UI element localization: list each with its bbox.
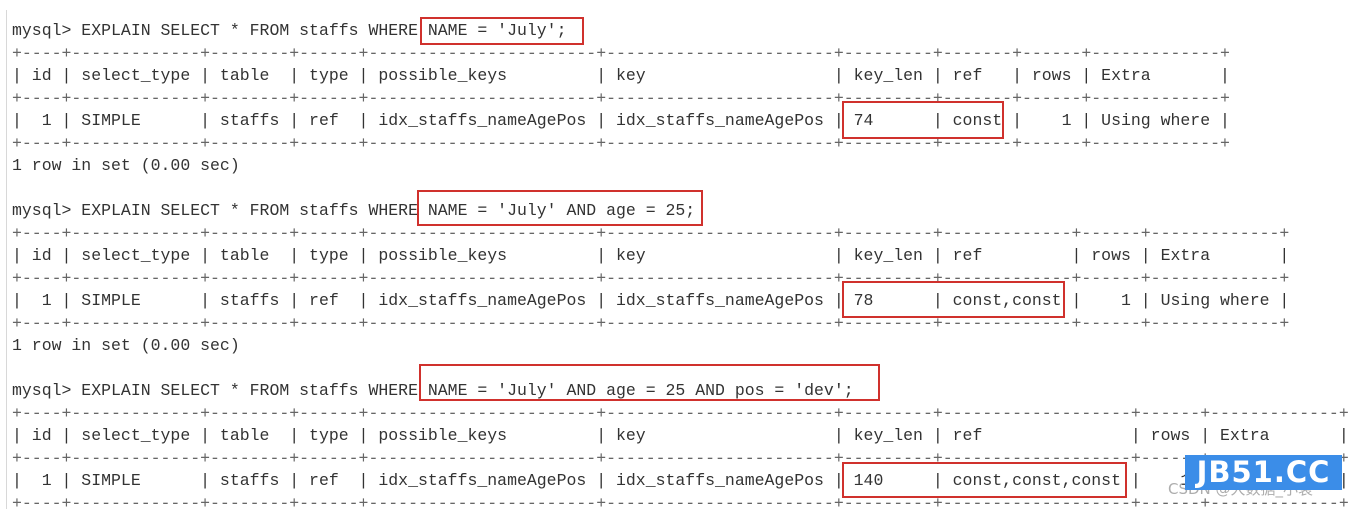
highlight-keylen-ref-1	[842, 101, 1004, 139]
table-row: | 1 | SIMPLE | staffs | ref | idx_staffs…	[12, 111, 1230, 130]
result-footer: 1 row in set (0.00 sec)	[12, 156, 240, 175]
highlight-query-1	[420, 17, 584, 45]
jb51-logo: JB51.CC	[1185, 455, 1342, 490]
table-separator: +----+-------------+--------+------+----…	[12, 313, 1290, 333]
highlight-keylen-ref-3	[842, 462, 1127, 498]
table-separator: +----+-------------+--------+------+----…	[12, 133, 1230, 153]
table-separator: +----+-------------+--------+------+----…	[12, 88, 1230, 108]
table-separator: +----+-------------+--------+------+----…	[12, 448, 1349, 468]
result-footer: 1 row in set (0.00 sec)	[12, 336, 240, 355]
table-separator: +----+-------------+--------+------+----…	[12, 43, 1230, 63]
highlight-query-3	[419, 364, 880, 401]
table-header-row: | id | select_type | table | type | poss…	[12, 426, 1349, 445]
terminal-screenshot: mysql> EXPLAIN SELECT * FROM staffs WHER…	[0, 0, 1363, 509]
query-line: mysql> EXPLAIN SELECT * FROM staffs WHER…	[12, 21, 567, 40]
mysql-terminal-output: mysql> EXPLAIN SELECT * FROM staffs WHER…	[12, 20, 1349, 509]
table-row: | 1 | SIMPLE | staffs | ref | idx_staffs…	[12, 471, 1349, 490]
table-header-row: | id | select_type | table | type | poss…	[12, 66, 1230, 85]
table-separator: +----+-------------+--------+------+----…	[12, 268, 1290, 288]
table-separator: +----+-------------+--------+------+----…	[12, 493, 1349, 509]
highlight-keylen-ref-2	[842, 281, 1065, 318]
table-separator: +----+-------------+--------+------+----…	[12, 403, 1349, 423]
terminal-left-border	[6, 10, 7, 509]
table-header-row: | id | select_type | table | type | poss…	[12, 246, 1290, 265]
table-row: | 1 | SIMPLE | staffs | ref | idx_staffs…	[12, 291, 1290, 310]
highlight-query-2	[417, 190, 703, 226]
